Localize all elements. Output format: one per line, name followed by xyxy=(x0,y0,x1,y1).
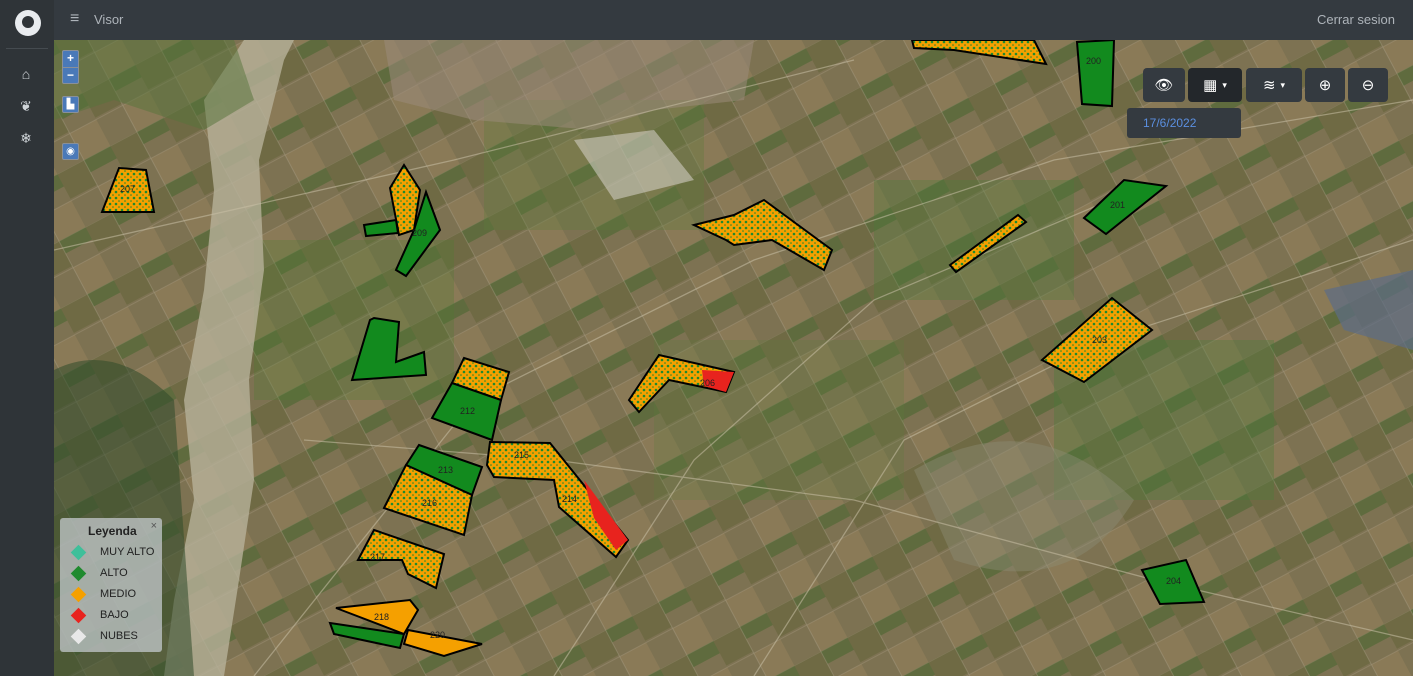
svg-text:206: 206 xyxy=(700,378,715,388)
diamond-icon xyxy=(70,544,87,560)
sidebar: ⌂ ❦ ❄ xyxy=(0,0,54,676)
svg-text:207: 207 xyxy=(120,184,135,194)
map-zoom-out-button[interactable]: − xyxy=(63,67,78,83)
svg-text:218: 218 xyxy=(374,612,389,622)
svg-text:209: 209 xyxy=(412,228,427,238)
seedling-icon[interactable]: ❦ xyxy=(12,94,40,118)
zoom-out-button[interactable]: ⊖ xyxy=(1348,68,1388,102)
layers-icon: ≋ xyxy=(1262,77,1276,94)
svg-text:203: 203 xyxy=(1092,335,1107,345)
date-select-button[interactable]: ▦ ▾ xyxy=(1188,68,1242,102)
top-bar: ≡ Visor Cerrar sesion xyxy=(54,0,1413,40)
svg-text:220: 220 xyxy=(430,630,445,640)
calendar-icon: ▦ xyxy=(1203,77,1218,94)
svg-text:201: 201 xyxy=(1110,200,1125,210)
legend-label: MEDIO xyxy=(100,588,137,600)
menu-icon[interactable]: ≡ xyxy=(70,10,79,28)
diamond-icon xyxy=(70,628,87,644)
map-zoom-in-button[interactable]: + xyxy=(63,51,78,67)
legend-item: BAJO xyxy=(70,605,129,625)
legend-item: MUY ALTO xyxy=(70,542,154,562)
eye-icon: 👁 xyxy=(1154,77,1174,94)
sidebar-divider xyxy=(6,48,48,49)
chevron-down-icon: ▾ xyxy=(1280,79,1286,90)
map-zoom-control: + − xyxy=(62,50,79,84)
svg-text:217: 217 xyxy=(370,552,385,562)
legend-item: MEDIO xyxy=(70,584,136,604)
zoom-in-button[interactable]: ⊕ xyxy=(1305,68,1345,102)
svg-text:200: 200 xyxy=(1086,56,1101,66)
legend-item: ALTO xyxy=(70,563,128,583)
svg-text:215: 215 xyxy=(514,450,529,460)
chevron-down-icon: ▾ xyxy=(1222,79,1227,90)
legend-title: Leyenda xyxy=(88,524,137,538)
svg-text:213: 213 xyxy=(438,465,453,475)
user-avatar-icon[interactable] xyxy=(15,10,41,36)
zoom-out-icon: ⊖ xyxy=(1361,77,1375,94)
draw-tool-icon[interactable]: ▙ xyxy=(62,96,79,113)
svg-text:204: 204 xyxy=(1166,576,1181,586)
snowflake-icon[interactable]: ❄ xyxy=(12,126,40,150)
svg-text:212: 212 xyxy=(460,406,475,416)
legend-label: BAJO xyxy=(100,609,129,621)
parcel-200: 200 xyxy=(1075,40,1116,108)
legend-panel: × Leyenda MUY ALTO ALTO MEDIO BAJO NUBES xyxy=(60,518,162,652)
legend-item: NUBES xyxy=(70,626,138,646)
legend-label: NUBES xyxy=(100,630,138,642)
page-title: Visor xyxy=(94,12,124,27)
zoom-in-icon: ⊕ xyxy=(1318,77,1332,94)
legend-label: MUY ALTO xyxy=(100,546,155,558)
satellite-map[interactable]: 200 201 203 204 206 207 209 212 213 214 … xyxy=(54,40,1413,676)
diamond-icon xyxy=(70,565,87,581)
svg-text:214: 214 xyxy=(562,494,577,504)
layers-button[interactable]: ≋ ▾ xyxy=(1246,68,1302,102)
diamond-icon xyxy=(70,607,87,623)
legend-label: ALTO xyxy=(100,567,128,579)
home-icon[interactable]: ⌂ xyxy=(12,62,40,86)
close-icon[interactable]: × xyxy=(151,520,157,532)
date-dropdown-item[interactable]: 17/6/2022 xyxy=(1127,108,1241,138)
diamond-icon xyxy=(70,586,87,602)
view-button[interactable]: 👁 xyxy=(1143,68,1185,102)
svg-text:216: 216 xyxy=(422,498,437,508)
locate-icon[interactable]: ◉ xyxy=(62,143,79,160)
logout-link[interactable]: Cerrar sesion xyxy=(1317,12,1395,27)
